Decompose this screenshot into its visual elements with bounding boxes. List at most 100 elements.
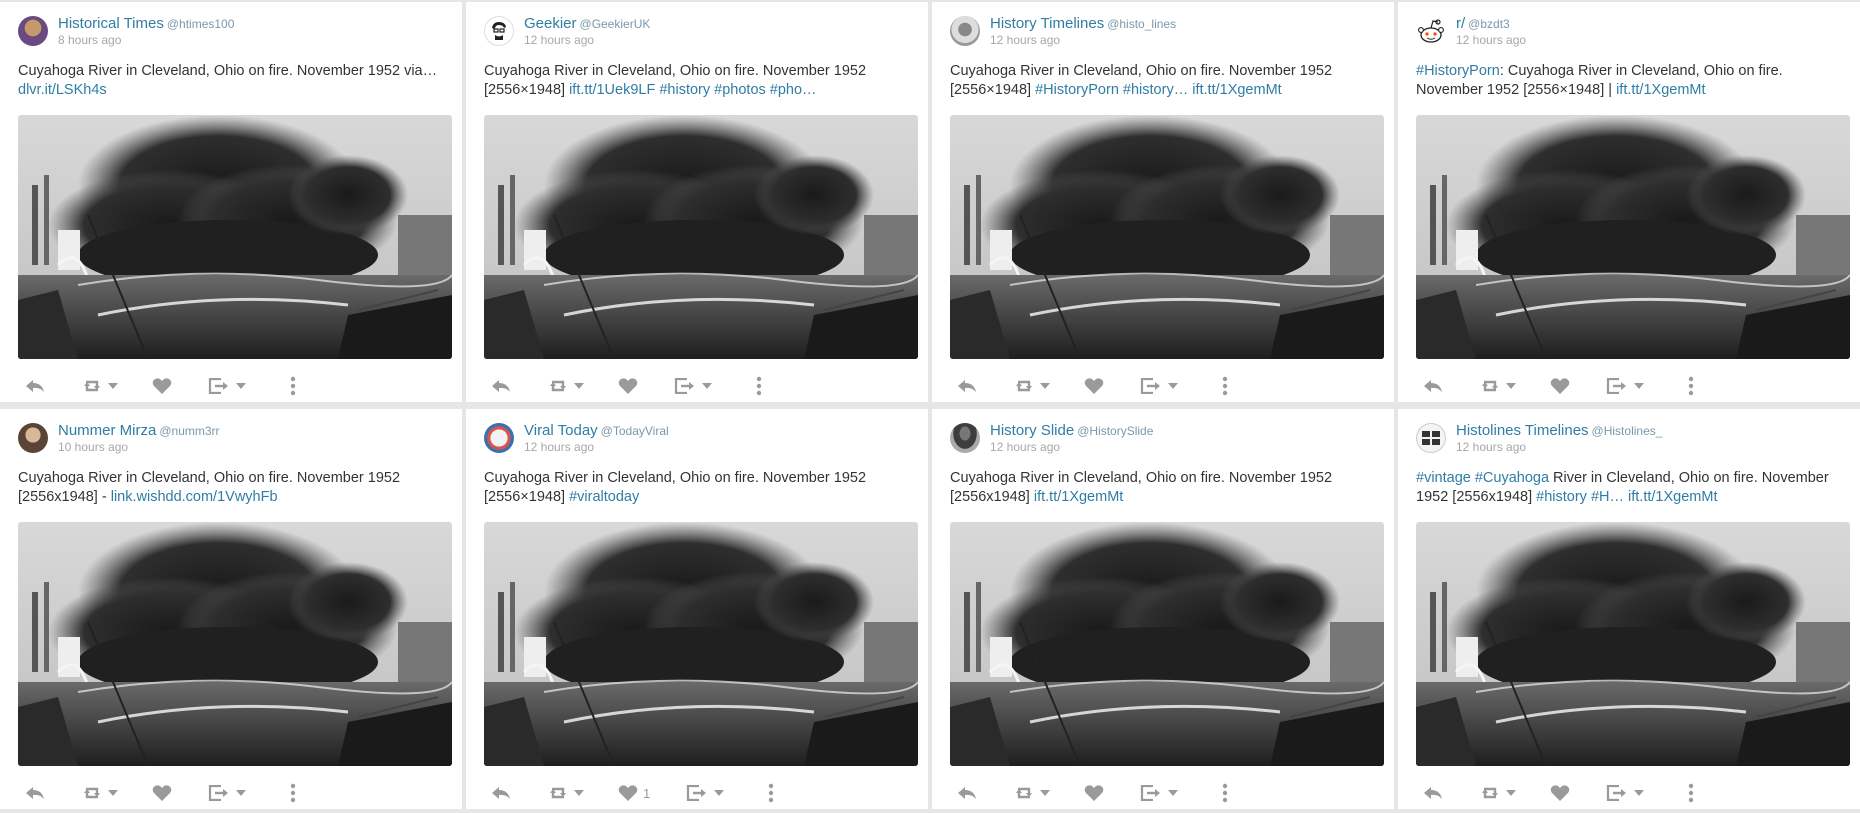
retweet-button[interactable]	[1480, 785, 1516, 801]
like-button[interactable]	[1550, 377, 1570, 395]
author-name[interactable]: Histolines Timelines	[1456, 422, 1589, 439]
author-handle[interactable]: @bzdt3	[1468, 17, 1510, 31]
tweet-link[interactable]: ift.tt/1XgemMt	[1034, 489, 1123, 505]
share-button[interactable]	[1140, 785, 1178, 801]
avatar[interactable]	[484, 16, 514, 46]
author-name[interactable]: r/	[1456, 15, 1465, 32]
retweet-button[interactable]	[1480, 378, 1516, 394]
like-button[interactable]	[152, 377, 172, 395]
tweet-photo[interactable]	[950, 522, 1384, 766]
tweet-link[interactable]: ift.tt/1XgemMt	[1628, 489, 1717, 505]
hashtag[interactable]: #history	[1536, 489, 1587, 505]
like-button[interactable]	[618, 377, 638, 395]
more-button[interactable]	[290, 376, 296, 396]
hashtag[interactable]: #history…	[1123, 82, 1188, 98]
avatar[interactable]	[950, 16, 980, 46]
tweet-photo[interactable]	[950, 115, 1384, 359]
timestamp[interactable]: 12 hours ago	[524, 439, 669, 455]
tweet-photo[interactable]	[18, 522, 452, 766]
timestamp[interactable]: 8 hours ago	[58, 32, 234, 48]
avatar[interactable]	[1416, 16, 1446, 46]
tweet-link[interactable]: ift.tt/1XgemMt	[1616, 82, 1705, 98]
like-button[interactable]	[1550, 784, 1570, 802]
tweet-photo[interactable]	[484, 522, 918, 766]
retweet-button[interactable]	[1014, 785, 1050, 801]
hashtag[interactable]: #HistoryPorn	[1416, 63, 1500, 79]
share-button[interactable]	[1140, 378, 1178, 394]
avatar[interactable]	[18, 423, 48, 453]
like-button[interactable]: 1	[618, 784, 650, 802]
timestamp[interactable]: 12 hours ago	[1456, 439, 1662, 455]
author-name[interactable]: Historical Times	[58, 15, 164, 32]
author-handle[interactable]: @Histolines_	[1592, 424, 1663, 438]
heart-icon	[1550, 377, 1570, 395]
author-handle[interactable]: @HistorySlide	[1077, 424, 1153, 438]
share-button[interactable]	[674, 378, 712, 394]
reply-button[interactable]	[490, 378, 512, 394]
like-count: 1	[643, 785, 651, 801]
more-button[interactable]	[768, 783, 774, 803]
author-name[interactable]: Viral Today	[524, 422, 598, 439]
tweet-photo[interactable]	[1416, 522, 1850, 766]
share-button[interactable]	[208, 785, 246, 801]
reply-button[interactable]	[956, 378, 978, 394]
author-name[interactable]: History Slide	[990, 422, 1074, 439]
author-handle[interactable]: @htimes100	[167, 17, 235, 31]
timestamp[interactable]: 12 hours ago	[990, 32, 1176, 48]
retweet-button[interactable]	[82, 785, 118, 801]
share-button[interactable]	[208, 378, 246, 394]
tweet-photo[interactable]	[484, 115, 918, 359]
share-button[interactable]	[1606, 785, 1644, 801]
share-button[interactable]	[686, 785, 725, 801]
more-button[interactable]	[1222, 783, 1228, 803]
hashtag[interactable]: #Cuyahoga	[1475, 470, 1549, 486]
timestamp[interactable]: 12 hours ago	[524, 32, 650, 48]
more-button[interactable]	[1222, 376, 1228, 396]
hashtag[interactable]: #H…	[1591, 489, 1624, 505]
hashtag[interactable]: #photos	[714, 82, 766, 98]
timestamp[interactable]: 12 hours ago	[1456, 32, 1526, 48]
more-button[interactable]	[290, 783, 296, 803]
more-button[interactable]	[1688, 376, 1694, 396]
retweet-button[interactable]	[82, 378, 118, 394]
like-button[interactable]	[1084, 784, 1104, 802]
share-button[interactable]	[1606, 378, 1644, 394]
reply-button[interactable]	[24, 378, 46, 394]
author-name[interactable]: History Timelines	[990, 15, 1104, 32]
hashtag[interactable]: #vintage	[1416, 470, 1471, 486]
avatar[interactable]	[1416, 423, 1446, 453]
more-button[interactable]	[1688, 783, 1694, 803]
author-handle[interactable]: @GeekierUK	[580, 17, 651, 31]
tweet-link[interactable]: ift.tt/1XgemMt	[1192, 82, 1281, 98]
hashtag[interactable]: #HistoryPorn	[1035, 82, 1119, 98]
tweet-link[interactable]: dlvr.it/LSKh4s	[18, 82, 107, 98]
like-button[interactable]	[152, 784, 172, 802]
author-handle[interactable]: @numm3rr	[159, 424, 219, 438]
hashtag[interactable]: #pho…	[770, 82, 817, 98]
author-name[interactable]: Geekier	[524, 15, 577, 32]
author-name[interactable]: Nummer Mirza	[58, 422, 156, 439]
author-handle[interactable]: @TodayViral	[601, 424, 669, 438]
reply-button[interactable]	[24, 785, 46, 801]
timestamp[interactable]: 10 hours ago	[58, 439, 220, 455]
hashtag[interactable]: #viraltoday	[569, 489, 639, 505]
author-handle[interactable]: @histo_lines	[1107, 17, 1176, 31]
hashtag[interactable]: #history	[659, 82, 710, 98]
like-button[interactable]	[1084, 377, 1104, 395]
reply-button[interactable]	[956, 785, 978, 801]
retweet-button[interactable]	[548, 378, 584, 394]
retweet-button[interactable]	[548, 785, 584, 801]
tweet-photo[interactable]	[18, 115, 452, 359]
avatar[interactable]	[484, 423, 514, 453]
avatar[interactable]	[950, 423, 980, 453]
reply-button[interactable]	[1422, 785, 1444, 801]
tweet-link[interactable]: link.wishdd.com/1VwyhFb	[111, 489, 278, 505]
timestamp[interactable]: 12 hours ago	[990, 439, 1153, 455]
avatar[interactable]	[18, 16, 48, 46]
more-button[interactable]	[756, 376, 762, 396]
retweet-button[interactable]	[1014, 378, 1050, 394]
tweet-link[interactable]: ift.tt/1Uek9LF	[569, 82, 655, 98]
tweet-photo[interactable]	[1416, 115, 1850, 359]
reply-button[interactable]	[1422, 378, 1444, 394]
reply-button[interactable]	[490, 785, 512, 801]
